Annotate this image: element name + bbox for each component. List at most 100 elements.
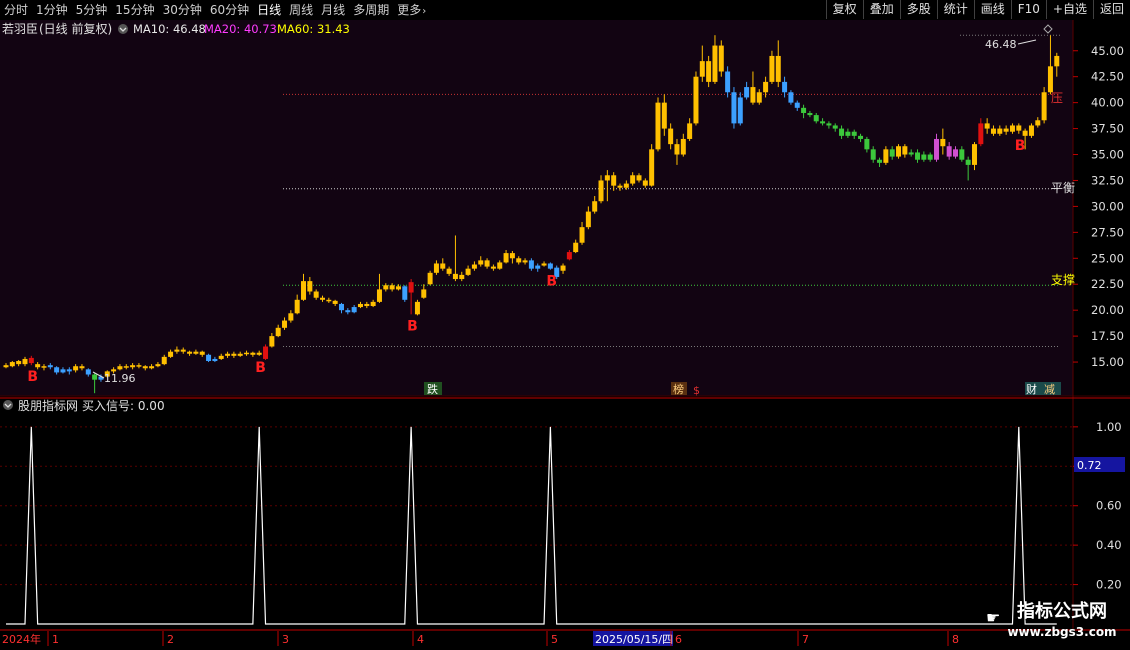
tab-1[interactable]: 1分钟 xyxy=(32,0,72,20)
toolbar-button-6[interactable]: +自选 xyxy=(1045,0,1093,19)
event-tag-dollar[interactable]: $ xyxy=(693,384,700,397)
tab-4[interactable]: 30分钟 xyxy=(159,0,206,20)
candle-body xyxy=(497,262,503,269)
tab-8[interactable]: 月线 xyxy=(317,0,349,20)
candle-body xyxy=(718,45,724,72)
price-tick-label: 20.00 xyxy=(1091,303,1124,317)
candle-body xyxy=(35,364,41,368)
buy-signal-marker: B xyxy=(27,369,38,385)
candle-body xyxy=(699,61,705,77)
toolbar-button-5[interactable]: F10 xyxy=(1010,0,1046,19)
candle-body xyxy=(421,289,427,298)
candle-body xyxy=(516,258,522,263)
event-tag-fall[interactable]: 跌 xyxy=(427,382,438,396)
candle-body xyxy=(212,358,218,362)
tab-5[interactable]: 60分钟 xyxy=(206,0,253,20)
chart-area: 若羽臣 (日线 前复权) MA10: 46.48 MA20: 40.73 MA6… xyxy=(0,20,1130,646)
time-label: 3 xyxy=(282,633,289,646)
candle-body xyxy=(984,123,990,129)
price-tick-label: 22.50 xyxy=(1091,277,1124,291)
chevron-down-icon[interactable] xyxy=(118,24,128,34)
tab-9[interactable]: 多周期 xyxy=(349,0,393,20)
toolbar: 分时 1分钟 5分钟 15分钟 30分钟 60分钟 日线 周线 月线 多周期 更多› 复权 叠加 多股统… xyxy=(0,0,1130,21)
candle-body xyxy=(965,159,971,165)
tab-10[interactable]: 更多› xyxy=(393,0,430,20)
price-tick-label: 37.50 xyxy=(1091,122,1124,136)
candle-body xyxy=(288,313,294,321)
candle-body xyxy=(813,115,819,122)
candle-body xyxy=(193,351,199,354)
candle-body xyxy=(896,146,902,157)
toolbar-button-7[interactable]: 返回 xyxy=(1092,0,1130,19)
price-tick-label: 27.50 xyxy=(1091,225,1124,239)
buy-signal-marker: B xyxy=(407,318,418,334)
candle-body xyxy=(85,369,91,375)
period-label: (日线 前复权) xyxy=(39,21,112,36)
candle-body xyxy=(997,128,1003,134)
candle-body xyxy=(1028,125,1034,136)
candle-body xyxy=(199,351,205,355)
tab-label: 周线 xyxy=(289,3,314,17)
candle-body xyxy=(902,146,908,155)
sub-chart-title: 股朋指标网 xyxy=(18,398,78,413)
candle-body xyxy=(934,138,940,160)
toolbar-button-0[interactable]: 复权 xyxy=(825,0,863,19)
candle-body xyxy=(509,253,515,259)
candle-body xyxy=(269,336,275,347)
candle-body xyxy=(370,301,376,307)
tab-3[interactable]: 15分钟 xyxy=(111,0,158,20)
time-label: 8 xyxy=(952,633,959,646)
candle-body xyxy=(395,286,401,290)
candle-body xyxy=(484,260,490,267)
candle-body xyxy=(218,355,224,359)
buy-signal-marker: B xyxy=(1015,138,1026,154)
candle-body xyxy=(174,349,180,352)
candle-body xyxy=(845,131,851,136)
candle-body xyxy=(136,365,142,367)
buy-signal-line xyxy=(6,426,1057,625)
event-tag-finance[interactable]: 财 xyxy=(1026,382,1037,396)
time-label: 1 xyxy=(52,633,59,646)
tab-0[interactable]: 分时 xyxy=(0,0,32,20)
candle-body xyxy=(680,138,686,155)
resist-zone-label: 压 xyxy=(1051,91,1063,105)
sub-tick-label: 1.00 xyxy=(1096,420,1122,434)
candle-body xyxy=(206,354,212,362)
candle-body xyxy=(807,113,813,116)
event-tag-reduce[interactable]: 减 xyxy=(1044,383,1055,396)
candle-body xyxy=(801,107,807,114)
main-chart-bg xyxy=(0,20,1073,396)
candle-body xyxy=(585,211,591,228)
candle-body xyxy=(655,102,661,150)
price-tick-label: 32.50 xyxy=(1091,173,1124,187)
candle-body xyxy=(471,264,477,269)
candle-body xyxy=(225,353,231,356)
candle-body xyxy=(826,123,832,126)
tab-2[interactable]: 5分钟 xyxy=(72,0,112,20)
time-label: 5 xyxy=(551,633,558,646)
candle-body xyxy=(301,281,307,300)
candle-body xyxy=(180,349,186,352)
candle-body xyxy=(756,92,762,103)
candle-body xyxy=(130,365,136,368)
candle-body xyxy=(877,159,883,163)
toolbar-button-4[interactable]: 画线 xyxy=(973,0,1011,19)
candle-body xyxy=(604,175,610,181)
candle-body xyxy=(402,286,408,300)
watermark-title: 指标公式网 xyxy=(1017,601,1107,622)
candle-body xyxy=(668,128,674,145)
candle-body xyxy=(244,352,250,355)
sub-chart-header: 股朋指标网 买入信号: 0.00 xyxy=(3,398,165,413)
tab-7[interactable]: 周线 xyxy=(285,0,317,20)
event-tag-list[interactable]: 榜 xyxy=(673,382,684,396)
candle-body xyxy=(839,128,845,136)
tab-label: 多周期 xyxy=(353,3,390,17)
tab-6[interactable]: 日线 xyxy=(253,0,285,20)
current-value: 0.72 xyxy=(1077,459,1102,472)
candle-body xyxy=(1035,120,1041,126)
toolbar-button-3[interactable]: 统计 xyxy=(936,0,974,19)
toolbar-button-2[interactable]: 多股 xyxy=(899,0,937,19)
candle-body xyxy=(915,152,921,160)
toolbar-button-1[interactable]: 叠加 xyxy=(862,0,900,19)
chevron-down-icon[interactable] xyxy=(3,400,13,410)
